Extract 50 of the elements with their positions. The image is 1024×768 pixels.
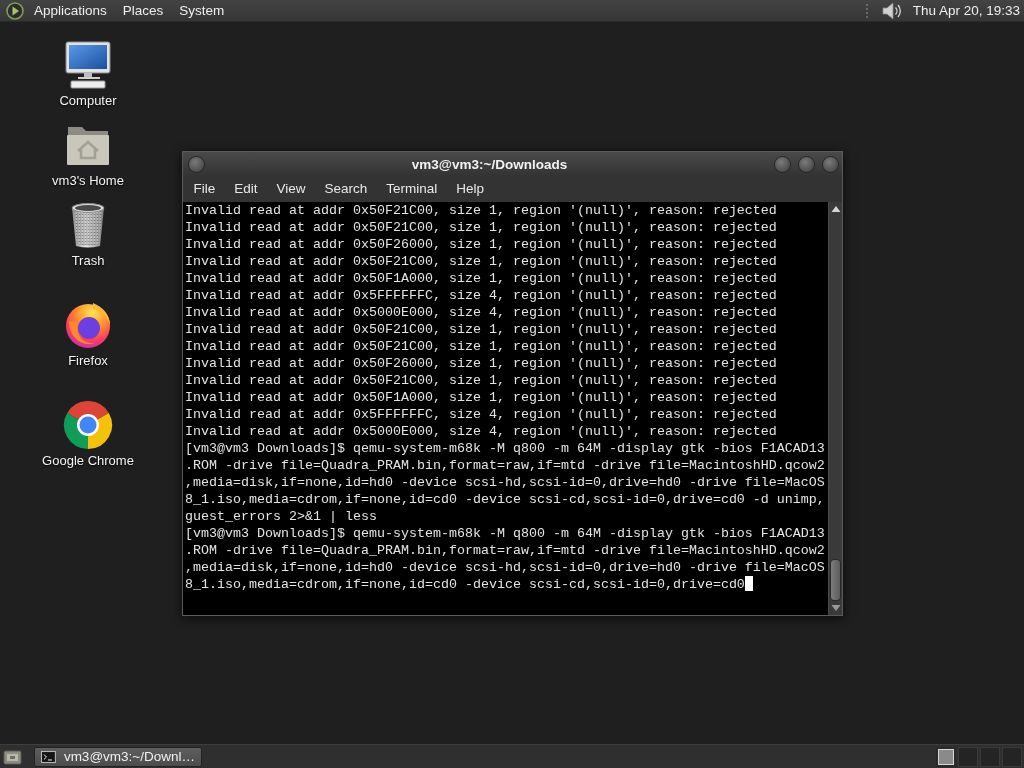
output-line: Invalid read at addr 0x50F21C00, size 1, region '(null)', reason: rejected: [185, 338, 778, 355]
command-line: [vm3@vm3 Downloads]$ qemu-system-m68k -M q800 -m 64M -display gtk -bios F1ACAD13.ROM -drive file=Quadra_PRAM.bin,format=raw,if=mtd -drive file=MacintoshHD.qcow2,media=disk,if=none,id=hd0 -device scsi-hd,scsi-id=0,drive=hd0 -drive file=MacOS8_1.iso,media=cdrom,if=none,id=cd0 -device scsi-cd,scsi-id=0,drive=cd0: [185, 526, 825, 592]
output-line: Invalid read at addr 0x50F26000, size 1, region '(null)', reason: rejected: [185, 236, 778, 253]
window-title: vm3@vm3:~/Downloads: [410, 156, 569, 172]
scroll-thumb[interactable]: [830, 559, 841, 601]
panel-menu[interactable]: System: [171, 0, 233, 21]
panel-menu[interactable]: Applications: [26, 0, 115, 21]
menu-item[interactable]: Edit: [224, 178, 268, 200]
output-line: Invalid read at addr 0x50F21C00, size 1, region '(null)', reason: rejected: [185, 372, 778, 389]
output-line: Invalid read at addr 0x5000E000, size 4, region '(null)', reason: rejected: [185, 304, 778, 321]
output-line: Invalid read at addr 0x50F1A000, size 1, region '(null)', reason: rejected: [185, 270, 778, 287]
desktop-icon[interactable]: [3, 747, 22, 766]
output-line: Invalid read at addr 0x5000E000, size 4, region '(null)', reason: rejected: [185, 423, 778, 440]
output-line: Invalid read at addr 0x5FFFFFFC, size 4, region '(null)', reason: rejected: [185, 406, 778, 423]
desktop-shortcut[interactable]: Firefox: [63, 301, 113, 369]
menu-item[interactable]: File: [184, 178, 225, 200]
window-menu-button[interactable]: [188, 155, 205, 173]
output-line: Invalid read at addr 0x50F21C00, size 1, region '(null)', reason: rejected: [185, 253, 778, 270]
menu-item[interactable]: View: [267, 178, 316, 200]
terminal-icon: [41, 750, 56, 763]
output-line: Invalid read at addr 0x50F1A000, size 1, region '(null)', reason: rejected: [185, 389, 778, 406]
clock[interactable]: Thu Apr 20, 19:33: [912, 3, 1020, 18]
desktop-shortcut[interactable]: Trash: [63, 201, 113, 269]
monitor-icon: [63, 41, 113, 89]
play-circle-icon[interactable]: [5, 0, 25, 21]
grip-icon: [864, 2, 869, 19]
chrome-icon: [63, 401, 113, 449]
output-line: Invalid read at addr 0x5FFFFFFC, size 4, region '(null)', reason: rejected: [185, 287, 778, 304]
window-control-button[interactable]: [774, 155, 791, 173]
firefox-icon: [63, 301, 113, 349]
window-control-button[interactable]: [822, 155, 839, 173]
panel-menu[interactable]: Places: [114, 0, 172, 21]
desktop-shortcut[interactable]: Google Chrome: [42, 401, 134, 469]
scroll-down-arrow-icon[interactable]: [830, 604, 841, 612]
speaker-icon[interactable]: [880, 0, 903, 21]
workspace-button[interactable]: [936, 746, 956, 767]
task-button[interactable]: vm3@vm3:~/Downl…: [34, 746, 202, 767]
window-control-button[interactable]: [798, 155, 815, 173]
output-line: Invalid read at addr 0x50F21C00, size 1, region '(null)', reason: rejected: [185, 219, 778, 236]
output-line: Invalid read at addr 0x50F21C00, size 1, region '(null)', reason: rejected: [185, 202, 778, 219]
desktop-shortcut[interactable]: vm3's Home: [52, 121, 124, 189]
menu-item[interactable]: Terminal: [376, 178, 447, 200]
scrollbar[interactable]: [828, 202, 842, 615]
menu-item[interactable]: Help: [446, 178, 494, 200]
desktop-shortcut[interactable]: Computer: [59, 41, 117, 109]
menu-item[interactable]: Search: [315, 178, 377, 200]
scroll-up-arrow-icon[interactable]: [830, 205, 841, 213]
command-line: [vm3@vm3 Downloads]$ qemu-system-m68k -M q800 -m 64M -display gtk -bios F1ACAD13.ROM -drive file=Quadra_PRAM.bin,format=raw,if=mtd -drive file=MacintoshHD.qcow2,media=disk,if=none,id=hd0 -device scsi-hd,scsi-id=0,drive=hd0 -drive file=MacOS8_1.iso,media=cdrom,if=none,id=cd0 -device scsi-cd,scsi-id=0,drive=cd0 -d unimp,guest_errors 2>&1 | less: [185, 441, 825, 524]
output-line: Invalid read at addr 0x50F21C00, size 1, region '(null)', reason: rejected: [185, 321, 778, 338]
output-line: Invalid read at addr 0x50F26000, size 1, region '(null)', reason: rejected: [185, 355, 778, 372]
